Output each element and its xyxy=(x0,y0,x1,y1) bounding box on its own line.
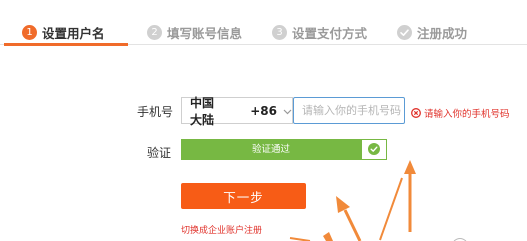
country-code: +86 xyxy=(250,103,277,118)
step-2: 2 填写账号信息 xyxy=(147,22,242,42)
registration-steps: 1 设置用户名 2 填写账号信息 3 设置支付方式 注册成功 xyxy=(0,0,527,46)
step-number-3: 3 xyxy=(272,24,287,40)
step-1: 1 设置用户名 xyxy=(22,22,105,42)
step-label-1: 设置用户名 xyxy=(42,25,105,41)
step-4: 注册成功 xyxy=(397,22,467,42)
check-circle-icon xyxy=(397,24,412,40)
step-number-2: 2 xyxy=(147,24,162,40)
step-label-3: 设置支付方式 xyxy=(292,25,368,41)
arrow-icon xyxy=(323,232,333,241)
step-3: 3 设置支付方式 xyxy=(272,22,367,42)
step-number-1: 1 xyxy=(22,24,37,40)
region-name: 中国大陆 xyxy=(190,95,215,127)
phone-error: 请输入你的手机号码 xyxy=(411,103,510,122)
arrow-icon xyxy=(379,177,403,241)
enterprise-register-link[interactable]: 切换成企业账户注册 xyxy=(181,223,262,236)
verify-slider[interactable]: 验证通过 xyxy=(181,139,361,160)
arrow-icon xyxy=(404,160,416,232)
verify-label: 验证 xyxy=(147,146,172,160)
error-circle-icon xyxy=(411,103,421,122)
verify-status-box xyxy=(361,139,387,160)
phone-input[interactable] xyxy=(293,97,405,124)
next-button[interactable]: 下一步 xyxy=(181,183,306,209)
step-label-4: 注册成功 xyxy=(417,25,468,41)
check-icon xyxy=(368,140,380,159)
active-step-indicator xyxy=(4,43,128,46)
region-select[interactable]: 中国大陆 +86 xyxy=(181,96,293,127)
phone-error-text: 请输入你的手机号码 xyxy=(424,108,510,120)
step-label-2: 填写账号信息 xyxy=(167,25,243,41)
phone-label: 手机号 xyxy=(137,105,174,119)
chevron-down-icon xyxy=(283,104,292,118)
arrow-icon xyxy=(336,196,362,241)
